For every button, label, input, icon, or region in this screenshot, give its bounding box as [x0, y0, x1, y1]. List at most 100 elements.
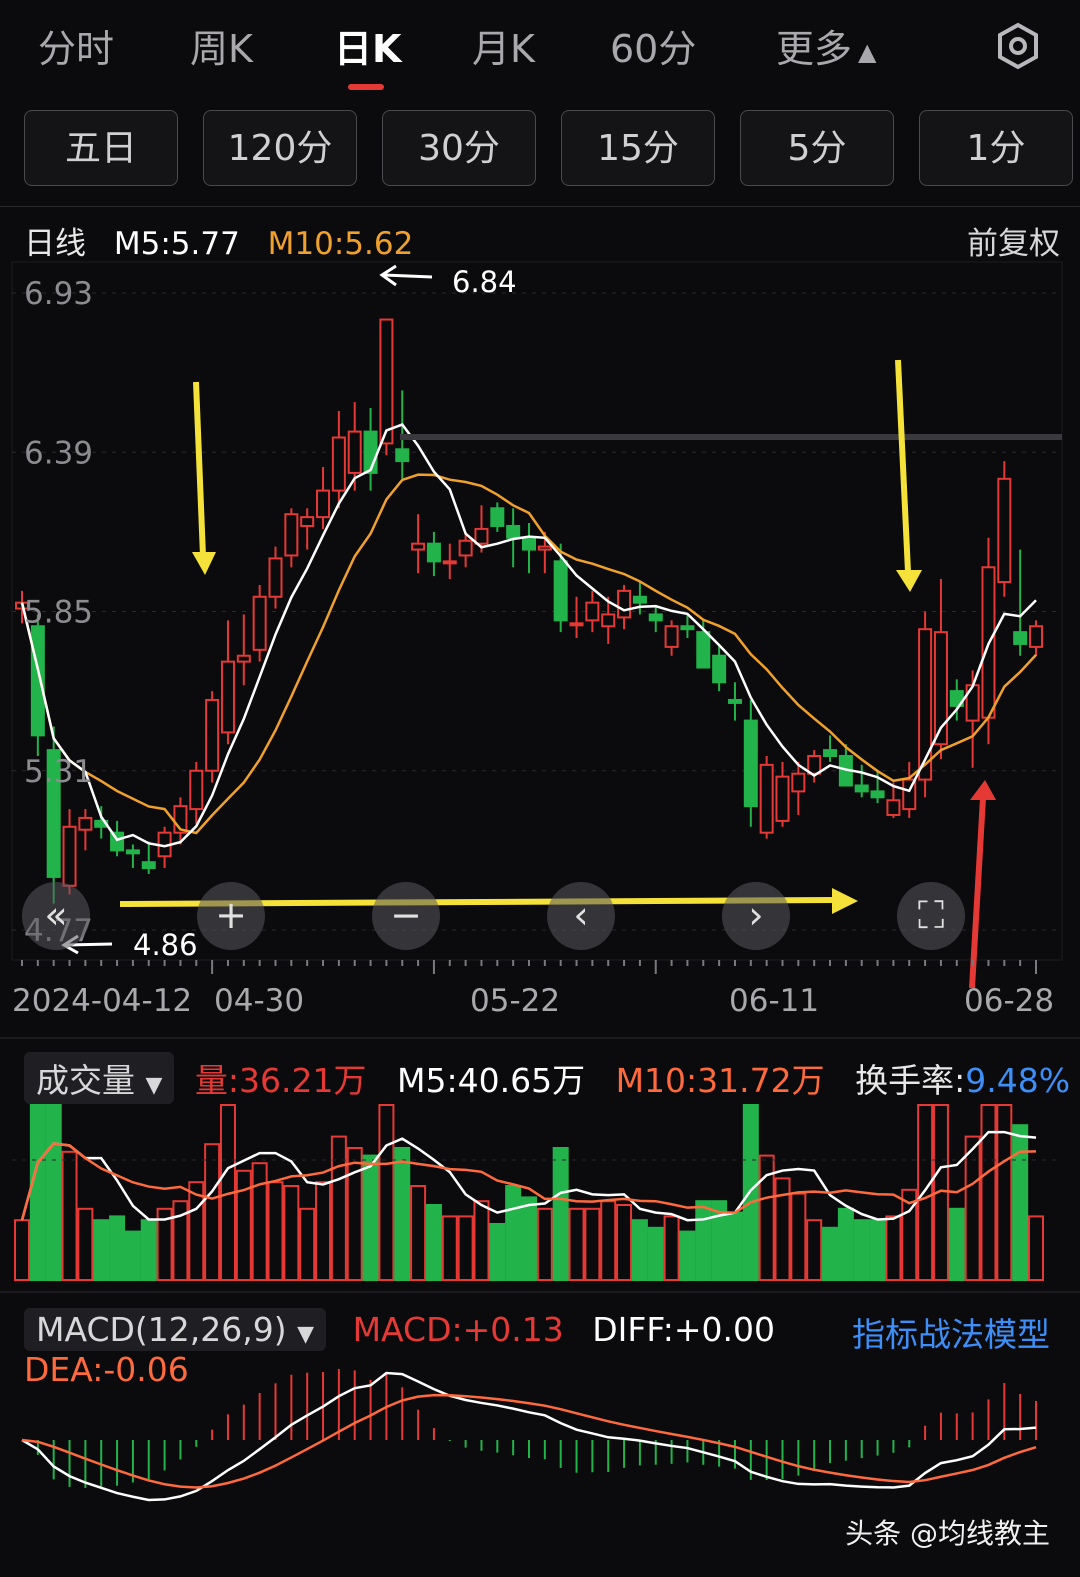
volume-bar	[869, 1219, 886, 1281]
volume-bar	[679, 1230, 696, 1281]
volume-bar	[346, 1147, 363, 1281]
volume-bar	[489, 1223, 506, 1281]
candle-body	[62, 825, 77, 887]
volume-bar	[77, 1207, 94, 1282]
zoom-in-button[interactable]: +	[197, 882, 265, 950]
candle-body	[664, 625, 679, 648]
candle-body	[759, 763, 774, 834]
scroll-left-fast-button[interactable]: «	[22, 882, 90, 950]
candle-body	[490, 507, 505, 527]
volume-bar	[29, 1104, 46, 1281]
candle-body	[553, 560, 568, 622]
volume-bar	[663, 1215, 680, 1282]
volume-bar	[441, 1215, 458, 1282]
candle-body	[284, 513, 299, 557]
volume-bar	[61, 1150, 78, 1282]
candle-body	[474, 527, 489, 545]
candle-body	[379, 318, 394, 445]
volume-bar	[410, 1185, 427, 1281]
volume-bar	[362, 1154, 379, 1281]
volume-bar	[283, 1185, 300, 1281]
date-axis-ticks	[21, 960, 1037, 974]
volume-bar	[568, 1207, 585, 1282]
candle-body	[189, 769, 204, 811]
red-arrowhead	[970, 780, 996, 800]
volume-bar	[251, 1162, 268, 1281]
candle-body	[997, 477, 1012, 584]
volume-bar	[378, 1104, 395, 1281]
candle-body	[141, 861, 156, 870]
macd-value: MACD:+0.13	[352, 1310, 564, 1349]
volume-bar	[695, 1200, 712, 1281]
candle-body	[268, 557, 283, 598]
volume-bar	[885, 1215, 902, 1282]
candle-body	[696, 631, 711, 669]
date-label-start: 2024-04-12	[12, 983, 192, 1019]
indicator-strategy-link[interactable]: 指标战法模型	[852, 1308, 1050, 1356]
volume-bar	[600, 1200, 617, 1281]
chevron-down-icon: ▼	[145, 1073, 163, 1098]
candle-body	[854, 784, 869, 793]
candle-body	[886, 799, 901, 816]
candle-body	[585, 601, 600, 622]
volume-bar	[806, 1219, 823, 1281]
volume-bar	[1012, 1124, 1029, 1281]
scroll-left-button[interactable]: ‹	[547, 882, 615, 950]
volume-bar	[853, 1219, 870, 1281]
volume-bar	[536, 1207, 553, 1282]
candle-body	[411, 542, 426, 551]
ma5-line	[20, 423, 1037, 848]
yellow-arrowhead-horizontal	[832, 888, 858, 914]
volume-bar	[473, 1200, 490, 1281]
volume-bar	[948, 1207, 965, 1282]
macd-legend: MACD(12,26,9) ▼ MACD:+0.13 DIFF:+0.00	[24, 1308, 775, 1351]
ma-lines-group	[20, 423, 1037, 848]
volume-selector-label: 成交量	[36, 1061, 135, 1100]
volume-bar	[140, 1219, 157, 1281]
fullscreen-icon[interactable]: ⛶	[897, 882, 965, 950]
macd-indicator-select[interactable]: MACD(12,26,9) ▼	[24, 1308, 327, 1351]
volume-bar	[425, 1204, 442, 1281]
volume-bar	[584, 1207, 601, 1282]
chevron-down-icon: ▼	[297, 1322, 315, 1347]
volume-value: 量:36.21万	[194, 1061, 367, 1100]
volume-bar	[45, 1104, 62, 1281]
scroll-right-button[interactable]: ›	[722, 882, 790, 950]
candle-body	[1013, 631, 1028, 645]
volume-bar	[964, 1135, 981, 1281]
candle-body	[823, 749, 838, 758]
volume-bar	[124, 1230, 141, 1281]
price-label: 6.93	[24, 276, 93, 312]
volume-bar	[299, 1207, 316, 1282]
yellow-arrowhead-right	[896, 570, 922, 592]
price-label: 5.85	[24, 595, 93, 631]
low-annotation: 4.86	[133, 928, 198, 962]
macd-selector-label: MACD(12,26,9)	[36, 1310, 287, 1349]
zoom-out-button[interactable]: −	[372, 882, 440, 950]
candle-body	[458, 539, 473, 557]
candle-body	[1029, 625, 1043, 648]
candle-body	[791, 772, 806, 793]
price-label: 6.39	[24, 435, 93, 471]
volume-indicator-select[interactable]: 成交量 ▼	[24, 1052, 175, 1104]
volume-bar	[521, 1196, 537, 1282]
candle-body	[743, 719, 758, 808]
date-label-0628: 06-28	[964, 983, 1054, 1019]
candle-body	[727, 698, 742, 704]
candle-body	[205, 698, 220, 772]
volume-bar	[1028, 1215, 1044, 1282]
candle-body	[617, 589, 632, 619]
candle-body	[680, 625, 695, 631]
volume-bar	[822, 1226, 839, 1282]
high-arrow	[383, 273, 433, 279]
candle-body	[442, 560, 457, 565]
date-label-0611: 06-11	[729, 983, 819, 1019]
price-label: 5.31	[24, 754, 93, 790]
candle-body	[125, 849, 140, 855]
candle-body	[648, 613, 663, 622]
volume-bar	[790, 1192, 807, 1281]
candle-body	[632, 595, 647, 604]
candle-body	[537, 545, 552, 551]
candle-body	[522, 536, 536, 551]
dea-value: DEA:-0.06	[24, 1350, 189, 1389]
